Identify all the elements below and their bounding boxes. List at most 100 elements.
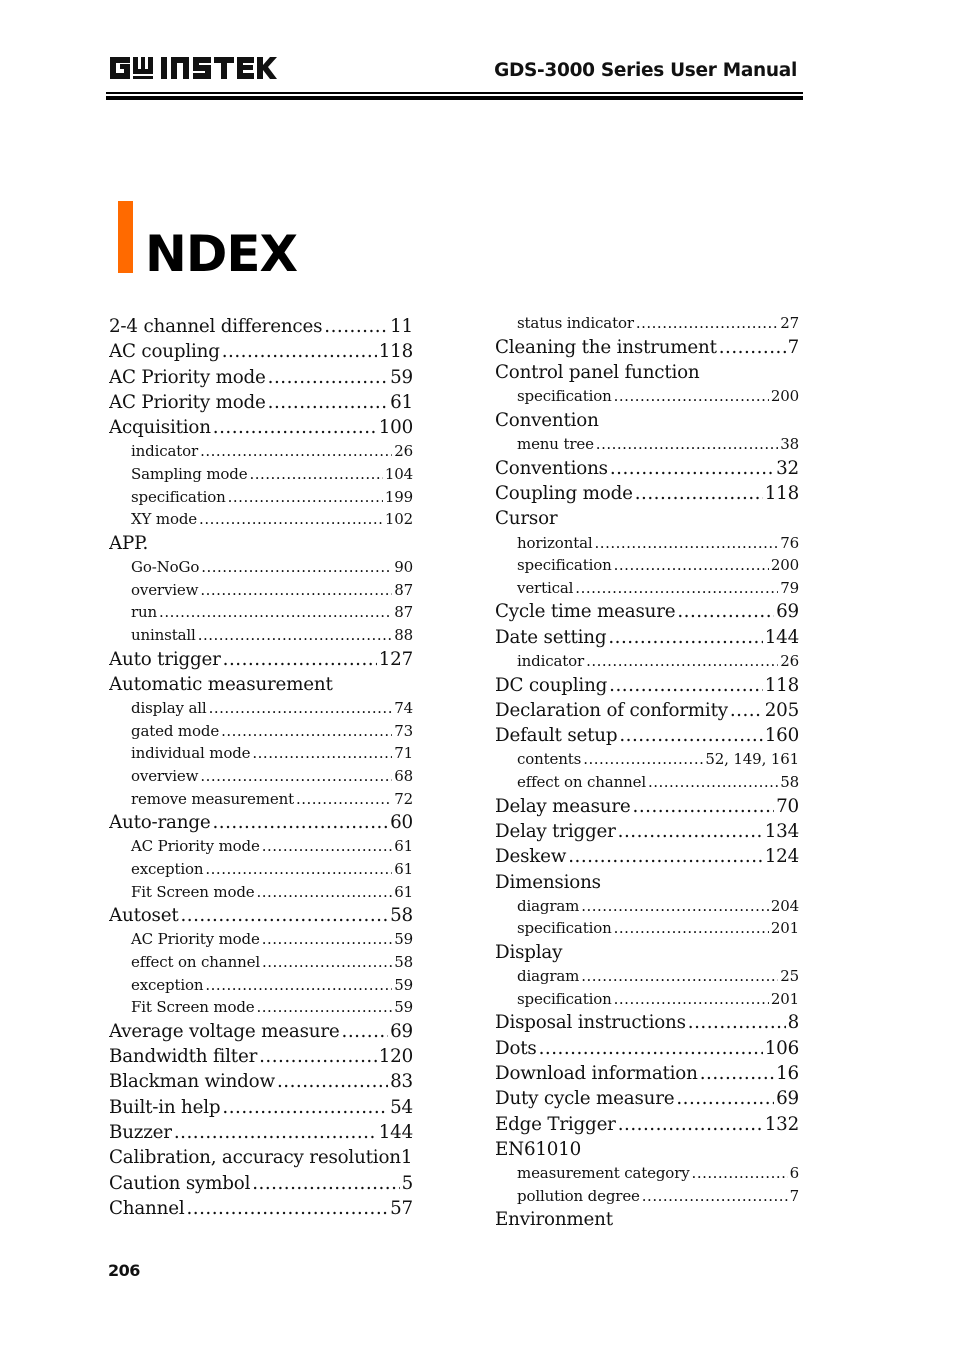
index-term: specification — [131, 487, 226, 506]
index-page-ref[interactable]: 87 — [394, 601, 413, 624]
dot-leader — [212, 810, 388, 835]
index-page-ref[interactable]: 199 — [385, 486, 413, 509]
index-page-ref[interactable]: 25 — [780, 965, 799, 988]
index-entry: Duty cycle measure 69 — [495, 1086, 799, 1111]
index-page-ref[interactable]: 26 — [780, 650, 799, 673]
index-term: Display — [495, 941, 563, 963]
index-page-ref[interactable]: 201 — [771, 988, 799, 1011]
dot-leader — [614, 917, 769, 940]
index-page-ref[interactable]: 6 — [790, 1162, 799, 1185]
index-subentry: uninstall 88 — [109, 624, 413, 647]
index-subentry: Go-NoGo 90 — [109, 556, 413, 579]
index-page-ref[interactable]: 61 — [394, 881, 413, 904]
index-page-ref[interactable]: 144 — [379, 1120, 413, 1145]
index-entry: Acquisition 100 — [109, 415, 413, 440]
index-page-ref[interactable]: 69 — [776, 1086, 799, 1111]
dot-leader — [200, 765, 392, 788]
dot-leader — [198, 624, 393, 647]
index-page-ref[interactable]: 189 — [401, 1145, 413, 1170]
index-page-ref[interactable]: 58 — [390, 903, 413, 928]
index-page-ref[interactable]: 102 — [385, 508, 413, 531]
index-page-ref[interactable]: 88 — [394, 624, 413, 647]
index-page-ref[interactable]: 38 — [780, 433, 799, 456]
index-term: Dimensions — [495, 871, 601, 893]
dot-leader — [252, 742, 392, 765]
index-page-ref[interactable]: 68 — [394, 765, 413, 788]
index-page-ref[interactable]: 8 — [788, 1010, 799, 1035]
index-subentry: gated mode 73 — [109, 720, 413, 743]
index-page-ref[interactable]: 54 — [390, 1095, 413, 1120]
index-page-ref[interactable]: 59 — [394, 928, 413, 951]
index-page-ref[interactable]: 16 — [776, 1061, 799, 1086]
index-page-ref[interactable]: 32 — [776, 456, 799, 481]
index-page-ref[interactable]: 87 — [394, 579, 413, 602]
index-page-ref[interactable]: 73 — [394, 720, 413, 743]
index-page-ref[interactable]: 118 — [765, 673, 799, 698]
index-page-ref[interactable]: 7 — [790, 1185, 799, 1208]
index-page-ref[interactable]: 71 — [394, 742, 413, 765]
index-page-ref[interactable]: 61 — [390, 390, 413, 415]
index-entry: Automatic measurement — [109, 672, 413, 697]
index-page-ref[interactable]: 83 — [390, 1069, 413, 1094]
dot-leader — [180, 903, 388, 928]
index-page-ref[interactable]: 100 — [379, 415, 413, 440]
index-page-ref[interactable]: 144 — [765, 625, 799, 650]
index-page-ref[interactable]: 26 — [394, 440, 413, 463]
index-page-ref[interactable]: 104 — [385, 463, 413, 486]
index-page-ref[interactable]: 59 — [394, 996, 413, 1019]
index-subentry: effect on channel 58 — [109, 951, 413, 974]
index-page-ref[interactable]: 61 — [394, 835, 413, 858]
index-page-ref[interactable]: 59 — [394, 974, 413, 997]
index-page-ref[interactable]: 74 — [394, 697, 413, 720]
index-subentry: AC Priority mode 61 — [109, 835, 413, 858]
index-page-ref[interactable]: 132 — [765, 1112, 799, 1137]
index-term: specification — [517, 387, 612, 406]
index-page-ref[interactable]: 58 — [394, 951, 413, 974]
index-page-ref[interactable]: 5 — [402, 1171, 413, 1196]
index-page-ref[interactable]: 118 — [765, 481, 799, 506]
index-term: Disposal instructions — [495, 1012, 686, 1034]
dot-leader — [268, 365, 388, 390]
index-page-ref[interactable]: 69 — [776, 599, 799, 624]
index-page-ref[interactable]: 69 — [390, 1019, 413, 1044]
index-term: Cleaning the instrument — [495, 336, 717, 358]
index-term: diagram — [517, 896, 580, 915]
index-page-ref[interactable]: 59 — [390, 365, 413, 390]
index-subentry: exception 59 — [109, 974, 413, 997]
index-page-ref[interactable]: 27 — [780, 312, 799, 335]
index-subentry: run 87 — [109, 601, 413, 624]
index-page-ref[interactable]: 160 — [765, 723, 799, 748]
index-page-ref[interactable]: 72 — [394, 788, 413, 811]
index-page-ref[interactable]: 57 — [390, 1196, 413, 1221]
index-page-ref[interactable]: 204 — [771, 895, 799, 918]
dot-leader — [199, 508, 383, 531]
index-page-ref[interactable]: 70 — [776, 794, 799, 819]
index-page-ref[interactable]: 52, 149, 161 — [705, 748, 799, 771]
index-title: NDEX — [145, 225, 298, 283]
index-page-ref[interactable]: 106 — [765, 1036, 799, 1061]
index-page-ref[interactable]: 90 — [394, 556, 413, 579]
index-page-ref[interactable]: 200 — [771, 385, 799, 408]
index-page-ref[interactable]: 120 — [379, 1044, 413, 1069]
index-page-ref[interactable]: 200 — [771, 554, 799, 577]
index-page-ref[interactable]: 7 — [788, 335, 799, 360]
dot-leader — [677, 599, 774, 624]
index-page-ref[interactable]: 58 — [780, 771, 799, 794]
dot-leader — [618, 1112, 763, 1137]
index-term: Edge Trigger — [495, 1113, 616, 1135]
index-page-ref[interactable]: 79 — [780, 577, 799, 600]
index-page-ref[interactable]: 61 — [394, 858, 413, 881]
index-page-ref[interactable]: 60 — [390, 810, 413, 835]
index-page-ref[interactable]: 118 — [379, 339, 413, 364]
index-page-ref[interactable]: 76 — [780, 532, 799, 555]
index-term: Cycle time measure — [495, 601, 676, 623]
index-term: Channel — [109, 1197, 185, 1219]
index-page-ref[interactable]: 127 — [379, 647, 413, 672]
dot-leader — [159, 601, 392, 624]
index-page-ref[interactable]: 134 — [765, 819, 799, 844]
index-entry: Delay trigger 134 — [495, 819, 799, 844]
index-page-ref[interactable]: 11 — [390, 314, 413, 339]
index-page-ref[interactable]: 205 — [765, 698, 799, 723]
index-page-ref[interactable]: 124 — [765, 844, 799, 869]
index-page-ref[interactable]: 201 — [771, 917, 799, 940]
